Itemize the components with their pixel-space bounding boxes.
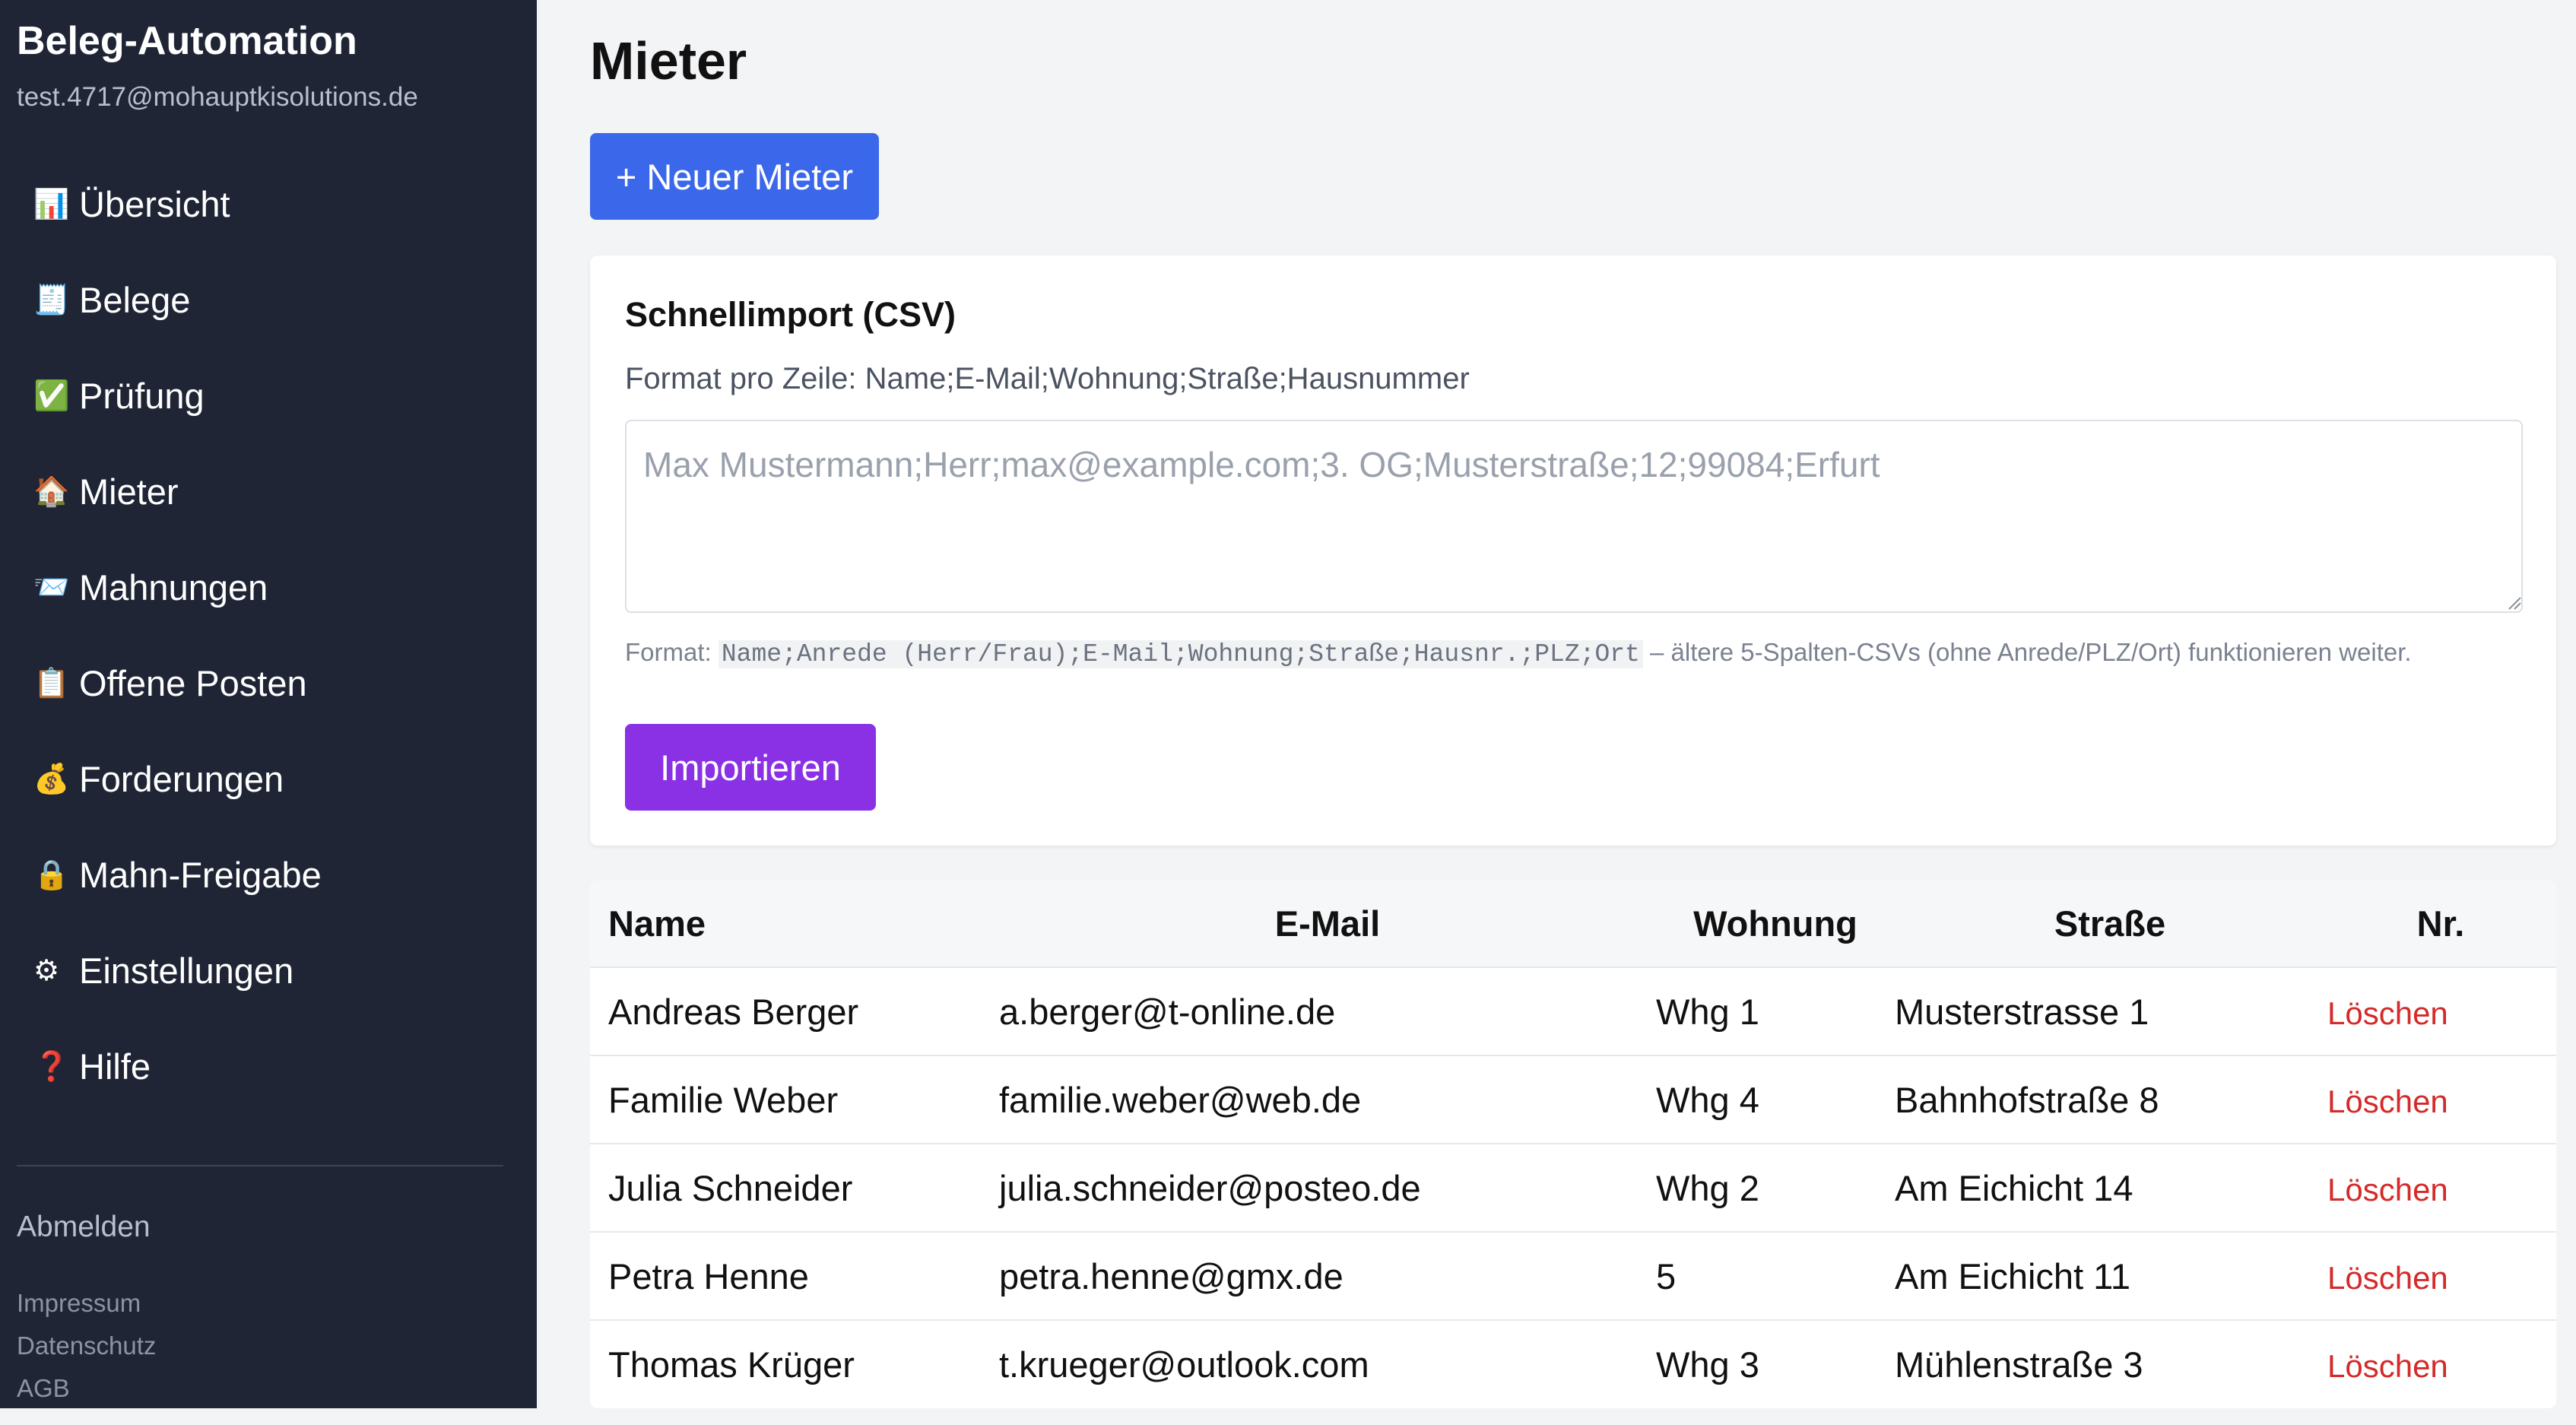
- tenant-name: Thomas Krüger: [608, 1344, 855, 1385]
- csv-import-title: Schnellimport (CSV): [625, 295, 956, 334]
- tenant-flat: 5: [1656, 1255, 1677, 1296]
- delete-link[interactable]: Löschen: [2325, 1260, 2448, 1296]
- tenant-table: Name E-Mail Wohnung Straße Nr. Andreas B…: [590, 881, 2556, 1408]
- sidebar: Beleg-Automation test.4717@mohauptkisolu…: [0, 0, 537, 1408]
- tenant-name: Julia Schneider: [608, 1167, 853, 1208]
- tenant-name: Familie Weber: [608, 1079, 839, 1120]
- row-actions: Löschen: [2325, 1144, 2556, 1232]
- bar-chart-icon: 📊: [33, 186, 70, 221]
- tenant-flat: Whg 1: [1656, 991, 1759, 1032]
- column-header-strasse[interactable]: Straße: [1895, 881, 2325, 967]
- impressum-link[interactable]: Impressum: [17, 1282, 156, 1325]
- gear-icon: ⚙: [33, 954, 60, 987]
- table-row: Thomas Krüger t.krueger@outlook.com Whg …: [590, 1320, 2556, 1408]
- app-brand: Beleg-Automation: [17, 19, 357, 63]
- delete-link[interactable]: Löschen: [2325, 995, 2448, 1031]
- tenant-email: t.krueger@outlook.com: [999, 1344, 1369, 1385]
- sidebar-item-uebersicht[interactable]: 📊 Übersicht: [0, 156, 537, 252]
- sidebar-item-mahn-freigabe[interactable]: 🔒 Mahn-Freigabe: [0, 827, 537, 922]
- sidebar-item-mahnungen[interactable]: 📨 Mahnungen: [0, 539, 537, 635]
- sidebar-item-label: Einstellungen: [79, 950, 294, 991]
- csv-input[interactable]: [625, 420, 2523, 613]
- sidebar-item-mieter[interactable]: 🏠 Mieter: [0, 443, 537, 539]
- house-icon: 🏠: [33, 474, 70, 508]
- table-header-row: Name E-Mail Wohnung Straße Nr.: [590, 881, 2556, 967]
- format-hint: Format: Name;Anrede (Herr/Frau);E-Mail;W…: [625, 634, 2511, 672]
- format-hint-code: Name;Anrede (Herr/Frau);E-Mail;Wohnung;S…: [718, 640, 1643, 668]
- column-header-name[interactable]: Name: [590, 881, 999, 967]
- tenant-street: Am Eichicht 14: [1895, 1167, 2133, 1208]
- sidebar-item-label: Übersicht: [79, 183, 230, 224]
- tenant-street: Musterstrasse 1: [1895, 991, 2149, 1032]
- agb-link[interactable]: AGB: [17, 1367, 156, 1410]
- envelope-icon: 📨: [33, 570, 70, 604]
- logout-link[interactable]: Abmelden: [17, 1211, 151, 1244]
- tenant-name: Andreas Berger: [608, 991, 859, 1032]
- clipboard-icon: 📋: [33, 665, 70, 700]
- user-email: test.4717@mohauptkisolutions.de: [17, 82, 418, 112]
- footer-links: Impressum Datenschutz AGB: [17, 1282, 156, 1410]
- sidebar-nav: 📊 Übersicht 🧾 Belege ✅ Prüfung 🏠 Mieter …: [0, 156, 537, 1114]
- table-row: Familie Weber familie.weber@web.de Whg 4…: [590, 1055, 2556, 1144]
- column-header-email[interactable]: E-Mail: [999, 881, 1656, 967]
- sidebar-item-label: Forderungen: [79, 758, 284, 799]
- tenant-flat: Whg 2: [1656, 1167, 1759, 1208]
- csv-import-subtitle: Format pro Zeile: Name;E-Mail;Wohnung;St…: [625, 362, 1470, 395]
- tenant-street: Mühlenstraße 3: [1895, 1344, 2143, 1385]
- sidebar-item-label: Mahnungen: [79, 567, 268, 608]
- sidebar-item-offene-posten[interactable]: 📋 Offene Posten: [0, 635, 537, 731]
- check-mark-icon: ✅: [33, 378, 70, 412]
- sidebar-item-einstellungen[interactable]: ⚙ Einstellungen: [0, 922, 537, 1018]
- csv-import-card: Schnellimport (CSV) Format pro Zeile: Na…: [590, 255, 2556, 846]
- table-row: Petra Henne petra.henne@gmx.de 5 Am Eich…: [590, 1232, 2556, 1320]
- sidebar-item-hilfe[interactable]: ❓ Hilfe: [0, 1018, 537, 1114]
- row-actions: Löschen: [2325, 967, 2556, 1055]
- tenant-email: familie.weber@web.de: [999, 1079, 1362, 1120]
- format-hint-label: Format:: [625, 638, 719, 666]
- column-header-wohnung[interactable]: Wohnung: [1656, 881, 1895, 967]
- table-row: Julia Schneider julia.schneider@posteo.d…: [590, 1144, 2556, 1232]
- sidebar-item-pruefung[interactable]: ✅ Prüfung: [0, 348, 537, 443]
- delete-link[interactable]: Löschen: [2325, 1172, 2448, 1208]
- sidebar-item-label: Prüfung: [79, 375, 205, 416]
- sidebar-item-label: Mieter: [79, 471, 179, 512]
- delete-link[interactable]: Löschen: [2325, 1348, 2448, 1384]
- sidebar-item-label: Belege: [79, 279, 191, 320]
- tenant-street: Am Eichicht 11: [1895, 1255, 2130, 1296]
- sidebar-item-label: Offene Posten: [79, 662, 307, 703]
- table-row: Andreas Berger a.berger@t-online.de Whg …: [590, 967, 2556, 1055]
- tenant-flat: Whg 3: [1656, 1344, 1759, 1385]
- tenant-email: petra.henne@gmx.de: [999, 1255, 1344, 1296]
- row-actions: Löschen: [2325, 1055, 2556, 1144]
- import-button[interactable]: Importieren: [625, 724, 876, 811]
- tenant-name: Petra Henne: [608, 1255, 809, 1296]
- datenschutz-link[interactable]: Datenschutz: [17, 1325, 156, 1367]
- row-actions: Löschen: [2325, 1232, 2556, 1320]
- money-bag-icon: 💰: [33, 761, 70, 795]
- format-hint-text: – ältere 5-Spalten-CSVs (ohne Anrede/PLZ…: [1642, 638, 2412, 666]
- question-mark-icon: ❓: [33, 1049, 70, 1083]
- delete-link[interactable]: Löschen: [2325, 1084, 2448, 1119]
- tenant-email: julia.schneider@posteo.de: [999, 1167, 1421, 1208]
- row-actions: Löschen: [2325, 1320, 2556, 1408]
- tenant-flat: Whg 4: [1656, 1079, 1759, 1120]
- resize-handle-icon[interactable]: [2506, 595, 2521, 610]
- lock-icon: 🔒: [33, 857, 70, 891]
- page-title: Mieter: [590, 31, 747, 90]
- sidebar-item-label: Mahn-Freigabe: [79, 854, 322, 895]
- sidebar-item-belege[interactable]: 🧾 Belege: [0, 252, 537, 348]
- tenant-email: a.berger@t-online.de: [999, 991, 1336, 1032]
- column-header-nr[interactable]: Nr.: [2325, 881, 2556, 967]
- sidebar-item-label: Hilfe: [79, 1046, 151, 1087]
- receipt-icon: 🧾: [33, 282, 70, 316]
- tenant-street: Bahnhofstraße 8: [1895, 1079, 2159, 1120]
- new-tenant-button[interactable]: + Neuer Mieter: [590, 133, 879, 220]
- sidebar-item-forderungen[interactable]: 💰 Forderungen: [0, 731, 537, 827]
- sidebar-divider: [17, 1165, 503, 1166]
